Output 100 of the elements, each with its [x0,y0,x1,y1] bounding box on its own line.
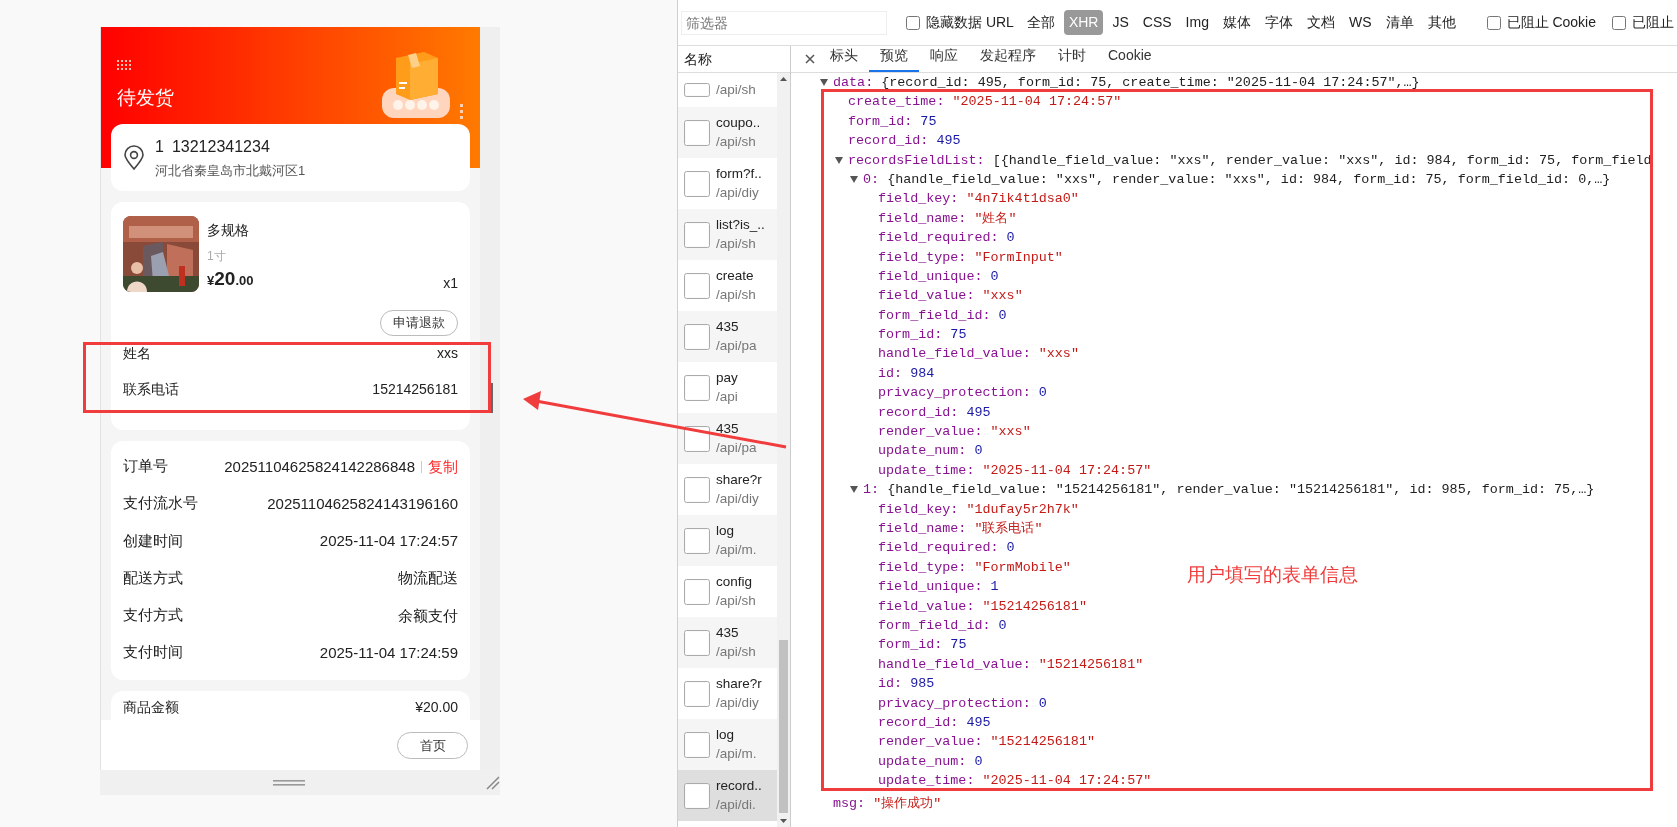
property-key: privacy_protection: [878,385,1031,401]
request-row[interactable]: 435 /api/pa [678,311,777,362]
property-key: render_value: [878,424,983,440]
filter-type-button[interactable]: 字体 [1259,10,1298,35]
property-key: field_value: [878,288,975,304]
filter-type-button[interactable]: JS [1107,10,1134,35]
panel-tab[interactable]: 响应 [919,45,969,72]
request-row[interactable]: form?f.. /api/diy [678,158,777,209]
property-value: 985 [910,676,935,692]
request-row[interactable]: create /api/sh [678,260,777,311]
request-path: /api/sh [716,285,756,304]
request-path: /api/pa [716,336,757,355]
property-key: field_type: [878,249,967,265]
request-name: share?r [716,471,762,490]
request-row[interactable]: log /api/m. [678,719,777,770]
request-row[interactable]: share?r /api/diy [678,464,777,515]
panel-tab[interactable]: 标头 [819,45,869,72]
filter-type-button[interactable]: 文档 [1301,10,1340,35]
request-name: create [716,267,755,286]
property-value: "4n7ik4t1dsa0" [966,191,1079,207]
file-icon [684,731,710,758]
property-value: "xxs" [990,424,1031,440]
info-label: 创建时间 [123,531,183,551]
info-label: 支付方式 [123,605,183,625]
filter-type-button[interactable]: Img [1180,10,1214,35]
request-row[interactable]: 435 /api/sh [678,617,777,668]
panel-tab[interactable]: 计时 [1047,45,1097,72]
filter-type-button[interactable]: WS [1343,10,1377,35]
filter-type-button[interactable]: CSS [1137,10,1177,35]
amount-value: ¥20.00 [415,698,458,718]
property-value: 75 [920,113,937,129]
request-row[interactable]: /api/sh [678,73,777,107]
field-value: xxs [437,344,458,363]
property-value: "1dufay5r2h7k" [966,501,1079,517]
filter-type-button[interactable]: 全部 [1021,10,1060,35]
checkbox[interactable] [906,15,920,30]
file-icon [684,578,710,605]
request-path: /api/diy [716,693,760,712]
filter-type-button[interactable]: 其他 [1422,10,1461,35]
property-key: recordsFieldList: [848,152,985,168]
property-key: field_key: [878,501,959,517]
file-icon [684,782,710,809]
request-name: record.. [716,777,762,796]
annotation-note: 用户填写的表单信息 [1187,563,1358,587]
panel-tab[interactable]: Cookie [1097,45,1163,72]
drag-handle-icon[interactable] [273,780,305,786]
expand-toggle-icon[interactable] [850,486,858,494]
expand-toggle-icon[interactable] [850,175,858,183]
property-key: field_required: [878,540,999,556]
property-value: 0 [1006,540,1015,556]
property-value: 0 [998,307,1007,323]
request-row[interactable]: pay /api [678,362,777,413]
expand-toggle-icon[interactable] [820,78,828,86]
panel-tab[interactable]: 发起程序 [969,45,1047,72]
close-icon[interactable] [805,54,815,64]
resize-grip-icon[interactable] [486,776,500,790]
property-key: field_name: [878,521,967,536]
property-key: field_value: [878,598,975,614]
scrollbar-thumb[interactable] [779,640,788,813]
refund-button[interactable]: 申请退款 [380,309,458,336]
filter-type-button[interactable]: 清单 [1380,10,1419,35]
request-row[interactable]: record.. /api/di. [678,770,777,821]
property-value: "2025-11-04 17:24:57" [952,94,1122,110]
request-row[interactable]: share?r /api/diy [678,668,777,719]
copy-link[interactable]: 复制 [428,455,458,479]
checkbox[interactable] [1612,15,1626,30]
request-path: /api/diy [716,183,760,202]
file-icon [684,476,710,503]
checkbox[interactable] [1486,15,1501,30]
property-key: 1: [863,482,880,498]
scrollbar-thumb[interactable] [490,383,493,413]
request-path: /api/sh [716,591,756,610]
checkbox-label: 已阻止 [1632,13,1674,32]
location-pin-icon [123,144,145,171]
info-label: 支付时间 [123,643,183,663]
info-value: 余额支付 [398,605,458,626]
request-row[interactable]: coupo.. /api/sh [678,107,777,158]
property-value: 0 [990,268,999,284]
property-key: update_num: [878,443,967,459]
property-key: form_id: [878,637,943,653]
request-row[interactable]: list?is_.. /api/sh [678,209,777,260]
recipient-phone: 13212341234 [171,136,270,157]
home-button[interactable]: 首页 [397,731,468,759]
info-value: 物流配送 [398,568,458,589]
request-row[interactable]: config /api/sh [678,566,777,617]
filter-type-button[interactable]: 媒体 [1217,10,1256,35]
request-name: pay [716,369,738,388]
property-key: record_id: [848,133,929,149]
request-row[interactable]: log /api/m. [678,515,777,566]
property-value: "xxs" [982,288,1023,304]
file-icon [684,680,710,707]
info-label: 订单号 [123,457,168,477]
property-key: update_time: [878,773,975,789]
property-value: 0 [998,617,1007,633]
request-row[interactable]: 435 /api/pa [678,413,777,464]
property-value: "15214256181" [982,598,1087,614]
panel-tab[interactable]: 预览 [869,45,919,72]
field-value: 15214256181 [372,380,458,399]
filter-field[interactable]: 筛选器 [682,11,886,34]
expand-toggle-icon[interactable] [835,156,843,164]
